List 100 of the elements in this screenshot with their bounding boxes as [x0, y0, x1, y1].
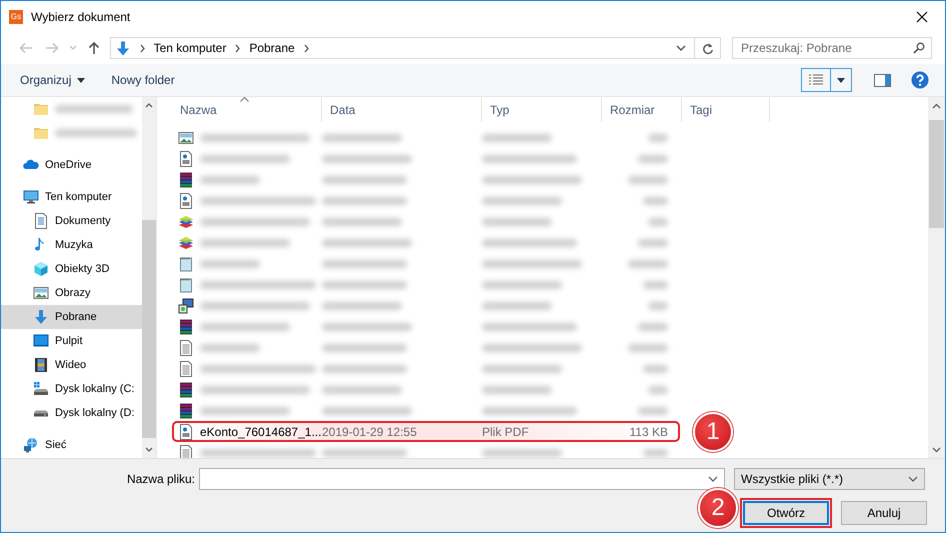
- scroll-up-icon[interactable]: [145, 102, 153, 108]
- nav-item[interactable]: Dysk lokalny (D:: [1, 401, 142, 425]
- column-header[interactable]: Typ: [482, 97, 602, 122]
- folder-icon: [33, 125, 49, 141]
- blurred-text: [482, 134, 552, 142]
- text-file-icon: [178, 444, 194, 458]
- blurred-text: [648, 134, 668, 142]
- cube-icon: [33, 261, 49, 277]
- breadcrumb[interactable]: Pobrane: [249, 41, 295, 55]
- nav-item[interactable]: Obrazy: [1, 281, 142, 305]
- search-field[interactable]: Przeszukaj: Pobrane: [732, 37, 932, 59]
- nav-item[interactable]: Obiekty 3D: [1, 257, 142, 281]
- folder-icon: [33, 101, 49, 117]
- scrollbar[interactable]: [928, 97, 945, 458]
- breadcrumb[interactable]: Ten komputer: [154, 41, 226, 55]
- text-file-icon: [178, 340, 194, 356]
- layered-package-icon: [178, 214, 194, 230]
- archive-stack-icon: [178, 382, 194, 398]
- file-size: 113 KB: [630, 424, 668, 438]
- blurred-text: [643, 364, 668, 372]
- blurred-text: [648, 386, 668, 394]
- pdf-file-icon: [178, 424, 194, 440]
- download-arrow-icon: [114, 40, 131, 56]
- notepad-icon: [178, 256, 194, 272]
- scrollbar[interactable]: [142, 97, 156, 458]
- blurred-text: [628, 176, 668, 184]
- film-icon: [33, 357, 49, 373]
- text-file-icon: [178, 360, 194, 376]
- drive-icon: [33, 381, 49, 397]
- view-button[interactable]: [801, 68, 852, 92]
- back-arrow-icon: [18, 42, 33, 54]
- nav-item[interactable]: Wideo: [1, 353, 142, 377]
- blurred-text: [643, 280, 668, 288]
- file-type: Plik PDF: [482, 424, 529, 438]
- filename-field[interactable]: [199, 468, 725, 490]
- file-row[interactable]: eKonto_76014687_1...2019-01-29 12:55 Plik PDF 113 KB: [172, 421, 680, 442]
- archive-stack-icon: [178, 172, 194, 188]
- blurred-text: [200, 344, 260, 352]
- chevron-icon: [138, 44, 146, 52]
- new-folder-button[interactable]: Nowy folder: [103, 69, 183, 91]
- blurred-text: [638, 406, 668, 414]
- nav-item[interactable]: Dysk lokalny (C:: [1, 377, 142, 401]
- refresh-icon: [702, 42, 714, 54]
- blurred-text: [638, 322, 668, 330]
- blurred-text: [643, 448, 668, 456]
- step-badge: 1: [693, 412, 733, 452]
- organize-menu[interactable]: Organizuj: [12, 69, 94, 91]
- column-header[interactable]: Rozmiar: [602, 97, 682, 122]
- blurred-text: [200, 260, 260, 268]
- blurred-text: [638, 154, 668, 162]
- nav-item[interactable]: Muzyka: [1, 233, 142, 257]
- desktop-icon: [33, 333, 49, 349]
- pdf-file-icon: [178, 150, 194, 166]
- close-icon: [916, 10, 928, 22]
- image-icon: [178, 130, 194, 146]
- chevron-icon: [302, 44, 310, 52]
- nav-item[interactable]: Pobrane: [1, 305, 142, 329]
- blurred-text: [648, 302, 668, 310]
- drive-icon: [33, 410, 49, 416]
- address-bar[interactable]: Ten komputer Pobrane: [110, 37, 722, 59]
- caret-icon: [77, 78, 86, 82]
- chevron-down-icon: [68, 45, 77, 51]
- blurred-text: [648, 218, 668, 226]
- file-date: 2019-01-29 12:55: [322, 424, 417, 438]
- up-arrow-icon: [88, 41, 100, 55]
- archive-stack-icon: [178, 402, 194, 418]
- download-arrow-icon: [33, 309, 49, 325]
- caret-icon: [837, 78, 845, 82]
- scroll-down-icon[interactable]: [145, 447, 153, 453]
- nav-item[interactable]: Sieć: [1, 433, 142, 457]
- nav-item[interactable]: OneDrive: [1, 153, 142, 177]
- file-type-dropdown[interactable]: Wszystkie pliki (*.*): [734, 468, 925, 490]
- document-icon: [33, 213, 49, 229]
- blurred-text: [482, 218, 552, 226]
- blurred-text: [482, 302, 552, 310]
- scroll-up-icon[interactable]: [932, 102, 941, 108]
- search-icon: [913, 42, 926, 54]
- installer-icon: [178, 298, 194, 314]
- blurred-text: [482, 386, 552, 394]
- blurred-text: [628, 260, 668, 268]
- network-globe-icon: [23, 437, 39, 453]
- image-icon: [33, 285, 49, 301]
- nav-item[interactable]: Dokumenty: [1, 209, 142, 233]
- blurred-text: [200, 176, 260, 184]
- blurred-text: [638, 238, 668, 246]
- column-header[interactable]: Data: [322, 97, 482, 122]
- scroll-down-icon[interactable]: [932, 446, 941, 452]
- nav-item[interactable]: Pulpit: [1, 329, 142, 353]
- chevron-icon: [234, 44, 242, 52]
- layered-package-icon: [178, 234, 194, 250]
- column-header[interactable]: Tagi: [682, 97, 770, 122]
- dialog-button[interactable]: Anuluj: [841, 501, 927, 525]
- window-title: Wybierz dokument: [31, 10, 132, 24]
- column-header[interactable]: Nazwa: [172, 97, 322, 122]
- archive-stack-icon: [178, 318, 194, 334]
- app-icon: Gs: [9, 10, 23, 24]
- nav-item[interactable]: Ten komputer: [1, 185, 142, 209]
- dialog-button[interactable]: Otwórz: [743, 501, 829, 525]
- chevron-down-icon: [676, 44, 686, 52]
- field-label: Nazwa pliku:: [126, 472, 196, 486]
